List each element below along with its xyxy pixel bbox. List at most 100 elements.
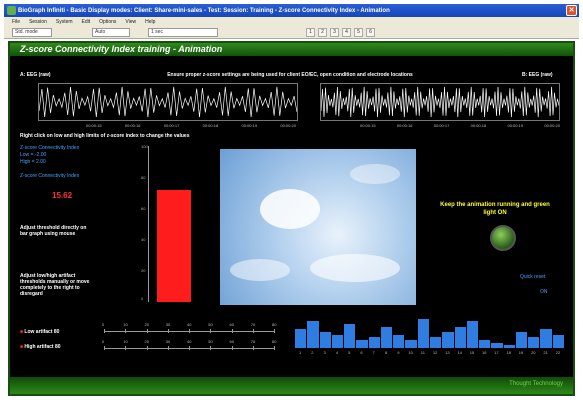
menu-item-edit[interactable]: Edit <box>82 19 91 25</box>
scale-tick <box>189 346 190 350</box>
scale-tick <box>146 329 148 333</box>
instruction-text: Ensure proper z-score settings are being… <box>167 72 413 78</box>
scale-tick-label: 80 <box>272 322 277 327</box>
right-channel-label: B: EEG (raw) <box>522 72 553 78</box>
scale-tick <box>274 346 275 350</box>
quick-reset-button[interactable]: Quick reset <box>520 274 545 280</box>
zscore-bar-graph[interactable]: 100 80 60 40 20 0 <box>141 144 192 302</box>
scale-tick-label: 40 <box>187 339 192 344</box>
time-select[interactable]: 1 sec <box>148 28 218 37</box>
app-icon <box>7 6 16 15</box>
scale-tick-label: 60 <box>229 339 234 344</box>
gauge-tick: 80 <box>141 175 146 180</box>
histogram-bar <box>430 337 442 348</box>
scale-tick-label: 0 <box>102 339 105 344</box>
histogram-bar <box>307 321 319 348</box>
scale-tick <box>231 329 233 333</box>
time-tick: 00:00:16 <box>396 123 413 128</box>
scale-select[interactable]: Auto <box>92 28 130 37</box>
histogram-label: 4 <box>335 350 339 355</box>
histogram-bar <box>442 332 454 348</box>
histogram-label: 19 <box>518 350 524 355</box>
histogram-bar <box>331 334 344 348</box>
scale-tick <box>274 329 275 333</box>
histogram-bar <box>479 340 491 348</box>
scale-tick <box>167 346 169 350</box>
histogram-bar <box>466 321 479 348</box>
toolbar-button-3[interactable]: 3 <box>330 28 339 37</box>
scale-tick-label: 40 <box>187 322 192 327</box>
scale-tick-label: 10 <box>123 322 128 327</box>
scale-tick-label: 50 <box>208 322 213 327</box>
scale-tick-label: 60 <box>229 322 234 327</box>
time-tick: 00:00:20 <box>544 123 560 128</box>
scale-tick-label: 10 <box>123 339 128 344</box>
histogram-bar <box>528 337 540 348</box>
cloud-shape <box>350 164 400 184</box>
scale-tick <box>231 346 233 350</box>
window-titlebar: BioGraph Infiniti - Basic Display modes:… <box>4 4 579 17</box>
high-artifact-label[interactable]: ■ High artifact 80 <box>20 344 61 350</box>
histogram-bar <box>405 340 417 348</box>
histogram-bar <box>319 332 331 348</box>
scale-tick <box>189 329 190 333</box>
toolbar-button-2[interactable]: 2 <box>318 28 327 37</box>
time-tick: 00:00:18 <box>202 123 219 128</box>
time-tick: 00:00:19 <box>507 123 524 128</box>
histogram-label: 8 <box>384 350 388 355</box>
gauge-tick: 100 <box>141 144 148 149</box>
menu-item-session[interactable]: Session <box>29 19 47 25</box>
time-tick: 00:00:15 <box>360 123 376 128</box>
low-artifact-label[interactable]: ■ Low artifact 80 <box>20 329 59 335</box>
close-icon[interactable]: ✕ <box>566 5 577 16</box>
time-tick: 00:00:17 <box>163 123 180 128</box>
menu-item-options[interactable]: Options <box>99 19 116 25</box>
keep-running-text: Keep the animation running and green lig… <box>440 202 550 216</box>
toolbar-button-5[interactable]: 5 <box>354 28 363 37</box>
histogram-label: 22 <box>555 350 561 355</box>
histogram-label: 15 <box>469 350 475 355</box>
toolbar-button-6[interactable]: 6 <box>366 28 375 37</box>
menu-item-system[interactable]: System <box>56 19 73 25</box>
high-limit-label[interactable]: High = 2.00 <box>20 159 46 165</box>
menu-item-file[interactable]: File <box>12 19 20 25</box>
histogram-bar <box>344 324 356 348</box>
zscore-value: 15.62 <box>52 191 73 200</box>
zscore-label: Z-score Connectivity Index <box>20 145 80 151</box>
histogram-label: 18 <box>506 350 511 355</box>
histogram-label: 12 <box>432 350 438 355</box>
gauge-tick: 40 <box>141 237 146 242</box>
eeg-waveform <box>38 86 298 118</box>
screen-footer: Thought Technology <box>10 377 573 394</box>
low-limit-label[interactable]: Low = -2.00 <box>20 152 46 158</box>
zscore-bar-fill <box>157 189 191 302</box>
scale-tick-label: 30 <box>165 339 171 344</box>
histogram-label: 21 <box>543 350 548 355</box>
right-time-axis: 00:00:15 00:00:16 00:00:17 00:00:18 00:0… <box>360 123 560 128</box>
toolbar-button-1[interactable]: 1 <box>306 28 315 37</box>
time-tick: 00:00:18 <box>470 123 487 128</box>
screen-title: Z-score Connectivity Index training - An… <box>10 43 573 56</box>
menu-item-view[interactable]: View <box>125 19 136 25</box>
histogram-label: 9 <box>397 350 400 355</box>
histogram-bar <box>368 337 380 348</box>
histogram-label: 5 <box>348 350 351 355</box>
histogram-bar <box>503 345 515 348</box>
scale-tick <box>104 346 105 350</box>
time-tick: 00:00:20 <box>280 123 296 128</box>
time-tick: 00:00:16 <box>124 123 141 128</box>
left-eeg-trace <box>38 83 298 121</box>
right-eeg-trace <box>320 83 560 121</box>
histogram-label: 14 <box>457 350 462 355</box>
histogram-label: 3 <box>323 350 326 355</box>
scale-tick <box>252 346 254 350</box>
histogram-bar <box>380 326 393 348</box>
histogram-label: 2 <box>311 350 314 355</box>
histogram-label: 7 <box>372 350 375 355</box>
menubar: File Session System Edit Options View He… <box>4 17 579 26</box>
toolbar-button-4[interactable]: 4 <box>342 28 351 37</box>
menu-item-help[interactable]: Help <box>145 19 155 25</box>
mode-select[interactable]: Std. mode <box>12 28 52 37</box>
scale-tick <box>104 329 105 333</box>
histogram-label: 17 <box>494 350 499 355</box>
